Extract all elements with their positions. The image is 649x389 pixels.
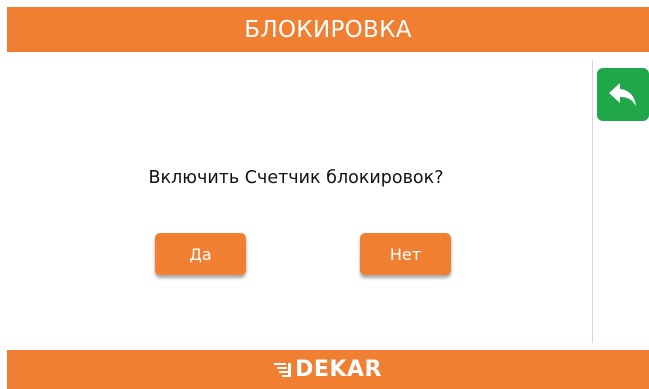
- reply-arrow-icon: [609, 82, 636, 106]
- confirm-question: Включить Счетчик блокировок?: [148, 168, 444, 188]
- header-bar: БЛОКИРОВКА: [7, 7, 649, 52]
- dekar-logo: DEKAR: [274, 357, 382, 382]
- no-button[interactable]: Нет: [360, 233, 451, 275]
- dialog-area: Включить Счетчик блокировок?: [0, 52, 592, 343]
- logo-speed-lines-icon: [274, 362, 292, 377]
- yes-button[interactable]: Да: [155, 233, 246, 275]
- vertical-divider: [592, 60, 593, 343]
- logo-text: DEKAR: [295, 357, 382, 382]
- footer-bar: DEKAR: [7, 350, 649, 389]
- page-title: БЛОКИРОВКА: [244, 16, 412, 43]
- back-button[interactable]: [597, 68, 649, 121]
